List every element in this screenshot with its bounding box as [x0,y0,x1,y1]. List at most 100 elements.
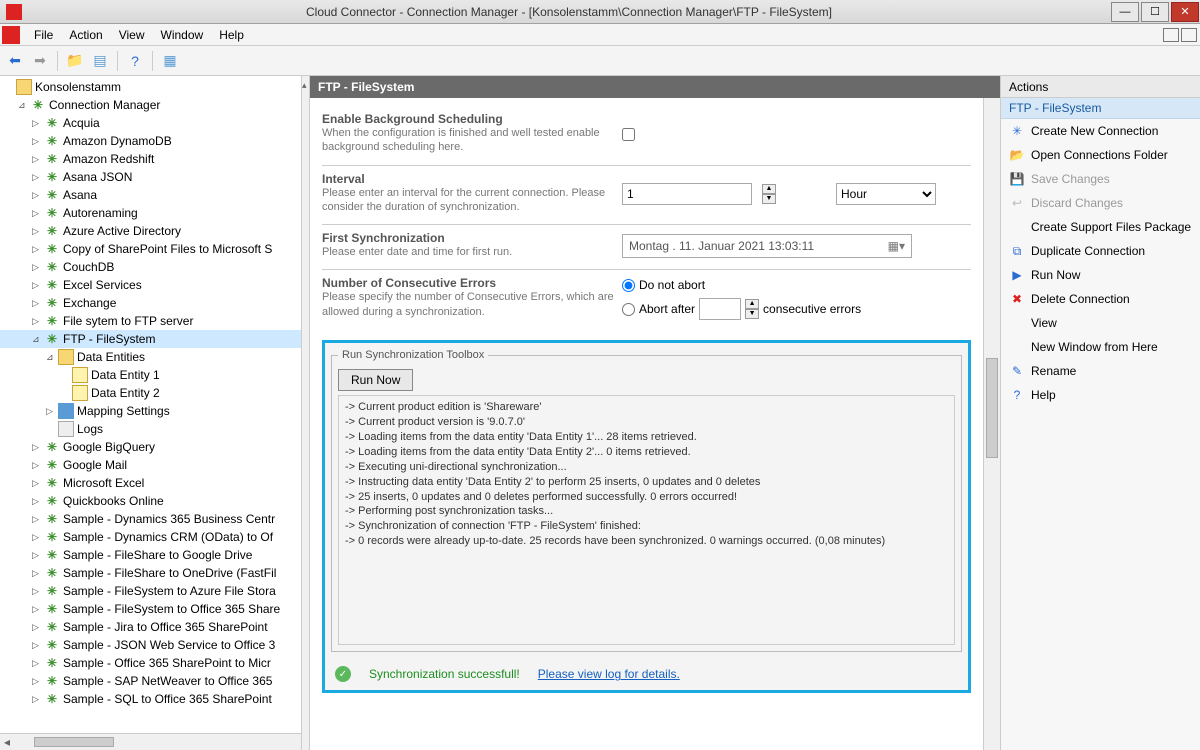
bg-sched-desc: When the configuration is finished and w… [322,126,622,155]
tree-conn-5[interactable]: ▷✳Autorenaming [0,204,301,222]
tree-conn-7[interactable]: ▷✳Copy of SharePoint Files to Microsoft … [0,240,301,258]
close-button[interactable]: ✕ [1171,2,1199,22]
tree-conn-3[interactable]: ▷✳Asana JSON [0,168,301,186]
run-sync-toolbox: Run Synchronization Toolbox Run Now -> C… [322,340,971,693]
tree-tail-14[interactable]: ▷✳Sample - SQL to Office 365 SharePoint [0,690,301,708]
tree-tail-11[interactable]: ▷✳Sample - JSON Web Service to Office 3 [0,636,301,654]
action-save-changes: 💾Save Changes [1001,167,1200,191]
tree-horizontal-scrollbar[interactable]: ◂ [0,733,301,750]
action-delete-connection[interactable]: ✖Delete Connection [1001,287,1200,311]
tree-conn-9[interactable]: ▷✳Excel Services [0,276,301,294]
tree-tail-4[interactable]: ▷✳Sample - Dynamics 365 Business Centr [0,510,301,528]
tree-conn-6[interactable]: ▷✳Azure Active Directory [0,222,301,240]
calendar-icon: ▦▾ [888,239,905,253]
tree-tail-10[interactable]: ▷✳Sample - Jira to Office 365 SharePoint [0,618,301,636]
tree-tail-6[interactable]: ▷✳Sample - FileShare to Google Drive [0,546,301,564]
status-success-text: Synchronization successfull! [369,667,520,681]
action-discard-changes: ↩Discard Changes [1001,191,1200,215]
bg-sched-title: Enable Background Scheduling [322,112,622,126]
mdi-minimize-button[interactable] [1163,28,1179,42]
action-run-now[interactable]: ▶Run Now [1001,263,1200,287]
bg-sched-checkbox[interactable] [622,128,635,141]
menu-help[interactable]: Help [211,26,252,44]
interval-input[interactable] [622,183,752,205]
view-log-link[interactable]: Please view log for details. [538,667,680,681]
success-icon: ✓ [335,666,351,682]
titlebar: Cloud Connector - Connection Manager - [… [0,0,1200,24]
action-create-support-files-package[interactable]: Create Support Files Package [1001,215,1200,239]
toolbox-legend: Run Synchronization Toolbox [338,349,488,361]
tree-connection-manager[interactable]: ⊿✳Connection Manager [0,96,301,114]
action-open-connections-folder[interactable]: 📂Open Connections Folder [1001,143,1200,167]
content-vertical-scrollbar[interactable] [983,98,1000,750]
tree-data-entity-1[interactable]: Data Entity 1 [0,366,301,384]
firstsync-datepicker[interactable]: Montag . 11. Januar 2021 13:03:11 ▦▾ [622,234,912,258]
tree-data-entities[interactable]: ⊿Data Entities [0,348,301,366]
menu-view[interactable]: View [111,26,153,44]
action-create-new-connection[interactable]: ✳Create New Connection [1001,119,1200,143]
toolbar: ⬅ ➡ 📁 ▤ ? ▦ [0,46,1200,76]
actions-panel: Actions FTP - FileSystem ✳Create New Con… [1000,76,1200,750]
abort-after-input[interactable] [699,298,741,320]
content-body: Enable Background Scheduling When the co… [310,98,983,750]
sync-log-output[interactable]: -> Current product edition is 'Shareware… [338,395,955,645]
menu-window[interactable]: Window [153,26,212,44]
actions-subheader: FTP - FileSystem [1001,98,1200,119]
tree-tail-13[interactable]: ▷✳Sample - SAP NetWeaver to Office 365 [0,672,301,690]
tree-tail-8[interactable]: ▷✳Sample - FileSystem to Azure File Stor… [0,582,301,600]
menu-file[interactable]: File [26,26,61,44]
forward-button[interactable]: ➡ [29,50,51,72]
action-rename[interactable]: ✎Rename [1001,359,1200,383]
tree-conn-1[interactable]: ▷✳Amazon DynamoDB [0,132,301,150]
do-not-abort-radio[interactable]: Do not abort [622,278,705,292]
splitter[interactable]: ▴ [302,76,310,750]
tree-root[interactable]: Konsolenstamm [0,78,301,96]
tree-conn-4[interactable]: ▷✳Asana [0,186,301,204]
tree-conn-12[interactable]: ⊿✳FTP - FileSystem [0,330,301,348]
tree-data-entity-2[interactable]: Data Entity 2 [0,384,301,402]
help-button[interactable]: ? [124,50,146,72]
tree-tail-2[interactable]: ▷✳Microsoft Excel [0,474,301,492]
tree-view[interactable]: Konsolenstamm⊿✳Connection Manager▷✳Acqui… [0,76,301,733]
action-view[interactable]: View [1001,311,1200,335]
tree-conn-11[interactable]: ▷✳File sytem to FTP server [0,312,301,330]
back-button[interactable]: ⬅ [4,50,26,72]
tree-logs[interactable]: Logs [0,420,301,438]
maximize-button[interactable]: ☐ [1141,2,1169,22]
tree-tail-12[interactable]: ▷✳Sample - Office 365 SharePoint to Micr [0,654,301,672]
window-title: Cloud Connector - Connection Manager - [… [28,5,1110,19]
actions-header: Actions [1001,76,1200,98]
tree-tail-5[interactable]: ▷✳Sample - Dynamics CRM (OData) to Of [0,528,301,546]
properties-button[interactable]: ▤ [89,50,111,72]
action-help[interactable]: ?Help [1001,383,1200,407]
firstsync-date-text: Montag . 11. Januar 2021 13:03:11 [629,239,814,253]
tree-conn-2[interactable]: ▷✳Amazon Redshift [0,150,301,168]
tree-mapping-settings[interactable]: ▷Mapping Settings [0,402,301,420]
menu-action[interactable]: Action [61,26,110,44]
content-header: FTP - FileSystem [310,76,1000,98]
minimize-button[interactable]: — [1111,2,1139,22]
interval-title: Interval [322,172,622,186]
errors-desc: Please specify the number of Consecutive… [322,290,622,319]
action-duplicate-connection[interactable]: ⧉Duplicate Connection [1001,239,1200,263]
app-icon [6,4,22,20]
mdi-restore-button[interactable] [1181,28,1197,42]
tree-tail-1[interactable]: ▷✳Google Mail [0,456,301,474]
abort-after-radio[interactable]: Abort after ▲▼ consecutive errors [622,298,861,320]
interval-unit-select[interactable]: Hour [836,183,936,205]
action-new-window-from-here[interactable]: New Window from Here [1001,335,1200,359]
abort-after-spinner[interactable]: ▲▼ [745,299,759,319]
tree-tail-0[interactable]: ▷✳Google BigQuery [0,438,301,456]
tree-tail-9[interactable]: ▷✳Sample - FileSystem to Office 365 Shar… [0,600,301,618]
up-button[interactable]: 📁 [64,50,86,72]
tree-tail-3[interactable]: ▷✳Quickbooks Online [0,492,301,510]
tree-conn-0[interactable]: ▷✳Acquia [0,114,301,132]
tree-tail-7[interactable]: ▷✳Sample - FileShare to OneDrive (FastFi… [0,564,301,582]
refresh-button[interactable]: ▦ [159,50,181,72]
tree-conn-8[interactable]: ▷✳CouchDB [0,258,301,276]
tree-conn-10[interactable]: ▷✳Exchange [0,294,301,312]
errors-title: Number of Consecutive Errors [322,276,622,290]
run-now-button[interactable]: Run Now [338,369,413,391]
firstsync-desc: Please enter date and time for first run… [322,245,622,259]
interval-spinner[interactable]: ▲▼ [762,184,776,204]
